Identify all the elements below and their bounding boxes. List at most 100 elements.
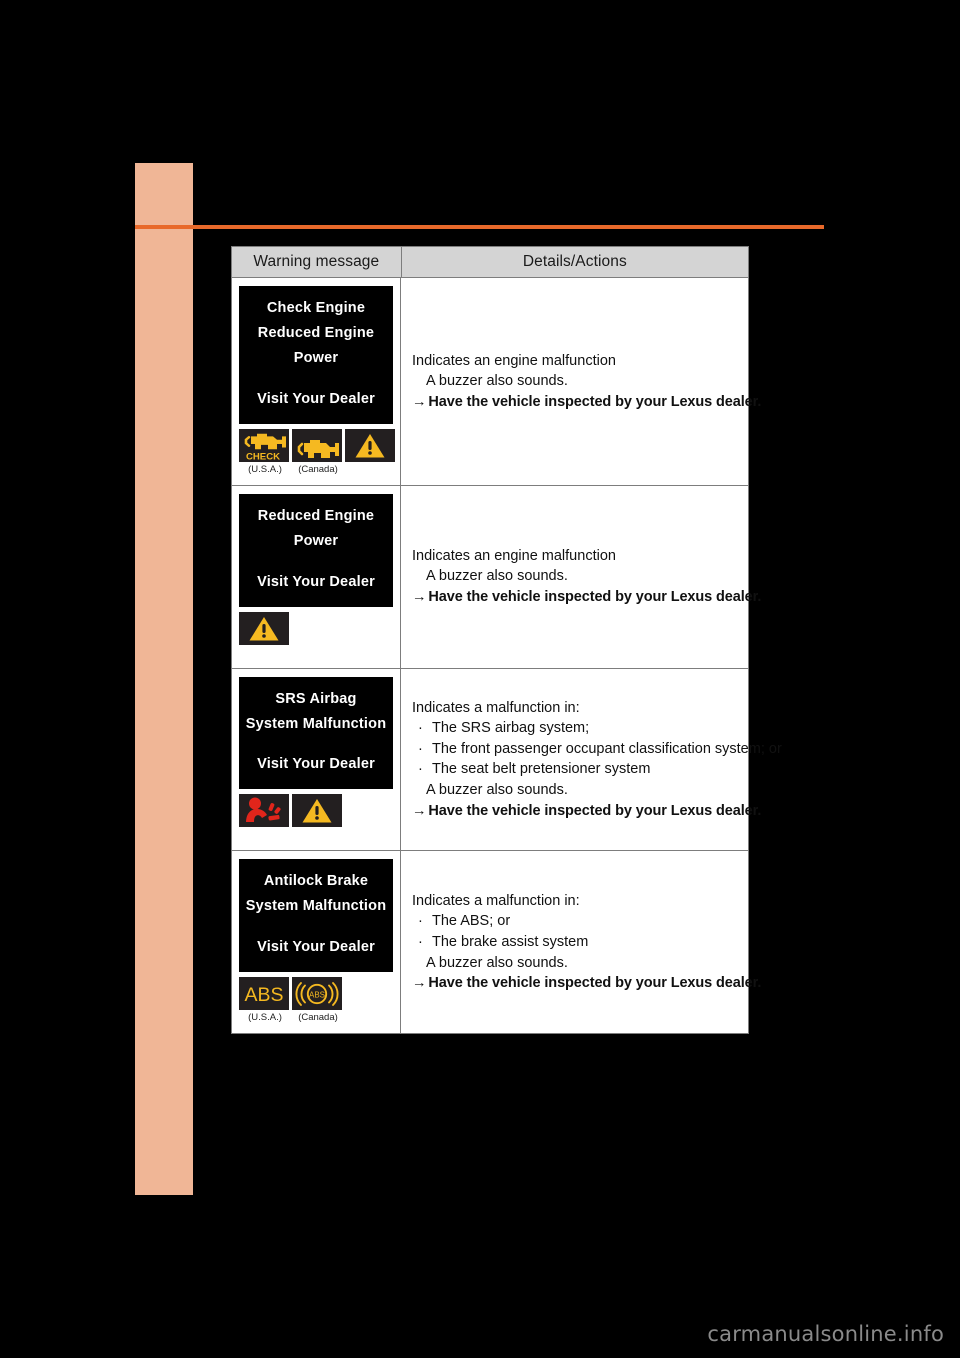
display-spacer [239, 554, 393, 570]
bullet-text: The brake assist system [432, 933, 589, 950]
indicator-caption: (U.S.A.) [248, 1012, 282, 1024]
srs-airbag-icon [239, 794, 289, 828]
details-line: · The ABS; or [412, 911, 740, 932]
site-watermark: carmanualsonline.info [707, 1322, 944, 1346]
warning-message-cell: Check Engine Reduced Engine Power Visit You… [232, 278, 401, 485]
page-header-rule [135, 225, 824, 229]
display-line: Reduced Engine [257, 507, 375, 524]
display-line: Antilock Brake [263, 873, 369, 890]
details-line: → Have the vehicle inspected by your Lexu… [412, 587, 761, 608]
arrow-glyph: → [412, 588, 427, 605]
bullet-glyph: · [418, 720, 423, 737]
display-spacer [239, 371, 393, 387]
details-line: A buzzer also sounds. [426, 568, 568, 585]
svg-text:ABS: ABS [309, 990, 325, 999]
display-footer-line: Visit Your Dealer [257, 390, 375, 407]
action-text: Have the vehicle inspected by your Lexus… [428, 393, 762, 410]
svg-text:ABS: ABS [244, 984, 283, 1006]
table-row: SRS Airbag System Malfunction Visit Your D… [232, 668, 782, 852]
indicator-tile-wrapper: . [292, 794, 344, 840]
display-line: SRS Airbag [275, 690, 357, 707]
indicator-tile-group: . [239, 611, 400, 658]
table-row: Reduced Engine Power Visit Your Dealer . In… [232, 485, 761, 669]
display-spacer [239, 736, 393, 752]
svg-text:CHECK: CHECK [246, 451, 280, 462]
bullet-glyph: · [418, 740, 423, 757]
action-text: Have the vehicle inspected by your Lexus… [428, 588, 762, 605]
details-line: · The front passenger occupant classifica… [412, 739, 782, 760]
display-footer-line: Visit Your Dealer [257, 573, 375, 590]
table-row: Antilock Brake System Malfunction Visit Yo… [232, 851, 761, 1034]
table-body: Check Engine Reduced Engine Power Visit You… [232, 278, 782, 1034]
master-warning-triangle-icon [239, 611, 289, 645]
abs-canada-icon: ABS [292, 977, 342, 1011]
bullet-glyph: · [418, 761, 423, 778]
bullet-text: The front passenger occupant classificat… [432, 740, 782, 757]
warning-message-cell: Reduced Engine Power Visit Your Dealer . [232, 485, 401, 668]
details-line: Indicates a malfunction in: [412, 892, 580, 909]
indicator-tile-group: ABS (U.S.A.) ABS (Canada) [239, 977, 400, 1023]
indicator-tile-wrapper: . [239, 611, 291, 658]
details-line: A buzzer also sounds. [426, 782, 568, 799]
details-line: A buzzer also sounds. [426, 954, 568, 971]
details-actions-cell: Indicates a malfunction in: · The ABS; or ·… [401, 851, 761, 1033]
indicator-tile-wrapper: ABS (U.S.A.) [239, 977, 291, 1023]
check-engine-canada-icon [292, 428, 342, 462]
table-row: Check Engine Reduced Engine Power Visit You… [232, 278, 761, 486]
details-line: → Have the vehicle inspected by your Lexu… [412, 392, 761, 413]
bullet-glyph: · [418, 933, 423, 950]
warning-message-table: Warning message Details/Actions Check En… [231, 246, 782, 1035]
display-line: Power [293, 532, 339, 549]
details-line: Indicates an engine malfunction [412, 352, 616, 369]
details-line: → Have the vehicle inspected by your Lexu… [412, 973, 761, 994]
indicator-tile-group: CHECK(U.S.A.) (Canada) . [239, 428, 400, 475]
warning-message-cell: SRS Airbag System Malfunction Visit Your D… [232, 668, 401, 851]
indicator-tile-wrapper: . [345, 428, 397, 475]
display-line: System Malfunction [245, 715, 387, 732]
details-line: Indicates an engine malfunction [412, 547, 616, 564]
details-line: A buzzer also sounds. [426, 373, 568, 390]
action-text: Have the vehicle inspected by your Lexus… [428, 975, 762, 992]
details-line: · The brake assist system [412, 932, 740, 953]
arrow-glyph: → [412, 975, 427, 992]
arrow-glyph: → [412, 393, 427, 410]
indicator-caption: (Canada) [298, 1012, 338, 1024]
column-header-details-actions: Details/Actions [522, 253, 627, 270]
arrow-glyph: → [412, 802, 427, 819]
page-side-tab [135, 163, 193, 1195]
display-line: Check Engine [266, 300, 366, 316]
indicator-caption: (Canada) [298, 463, 338, 475]
display-footer-line: Visit Your Dealer [257, 756, 375, 773]
details-line: → Have the vehicle inspected by your Lexu… [412, 801, 761, 822]
action-text: Have the vehicle inspected by your Lexus… [428, 802, 762, 819]
details-actions-cell: Indicates an engine malfunction A buzzer … [401, 486, 761, 668]
indicator-tile-wrapper: . [239, 794, 291, 840]
display-footer-line: Visit Your Dealer [257, 939, 375, 956]
bullet-glyph: · [418, 913, 423, 930]
indicator-caption: (U.S.A.) [248, 463, 282, 475]
details-actions-cell: Indicates a malfunction in: · The SRS airb… [401, 669, 782, 851]
warning-message-cell: Antilock Brake System Malfunction Visit Yo… [232, 851, 401, 1034]
details-line: · The SRS airbag system; [412, 718, 740, 739]
multi-information-display: Check Engine Reduced Engine Power Visit You… [239, 286, 393, 424]
display-line: Reduced Engine [257, 324, 375, 341]
indicator-tile-group: . . [239, 794, 400, 840]
details-line: · The seat belt pretensioner system [412, 759, 740, 780]
abs-usa-icon: ABS [239, 977, 289, 1011]
bullet-text: The SRS airbag system; [432, 720, 590, 737]
display-line: Power [293, 349, 339, 366]
multi-information-display: Reduced Engine Power Visit Your Dealer [239, 493, 393, 607]
indicator-tile-wrapper: (Canada) [292, 428, 344, 475]
master-warning-triangle-icon [292, 794, 342, 828]
column-header-warning-message: Warning message [232, 247, 402, 277]
multi-information-display: SRS Airbag System Malfunction Visit Your D… [239, 676, 393, 790]
display-line: System Malfunction [245, 898, 387, 915]
details-line: Indicates a malfunction in: [412, 699, 580, 716]
details-actions-cell: Indicates an engine malfunction A buzzer … [401, 278, 761, 485]
indicator-tile-wrapper: CHECK (U.S.A.) [239, 428, 291, 475]
check-engine-usa-icon: CHECK [239, 428, 289, 462]
table-header-row: Warning message Details/Actions [232, 247, 748, 278]
master-warning-triangle-icon [345, 428, 395, 462]
bullet-text: The ABS; or [432, 913, 511, 930]
indicator-tile-wrapper: ABS (Canada) [292, 977, 344, 1023]
